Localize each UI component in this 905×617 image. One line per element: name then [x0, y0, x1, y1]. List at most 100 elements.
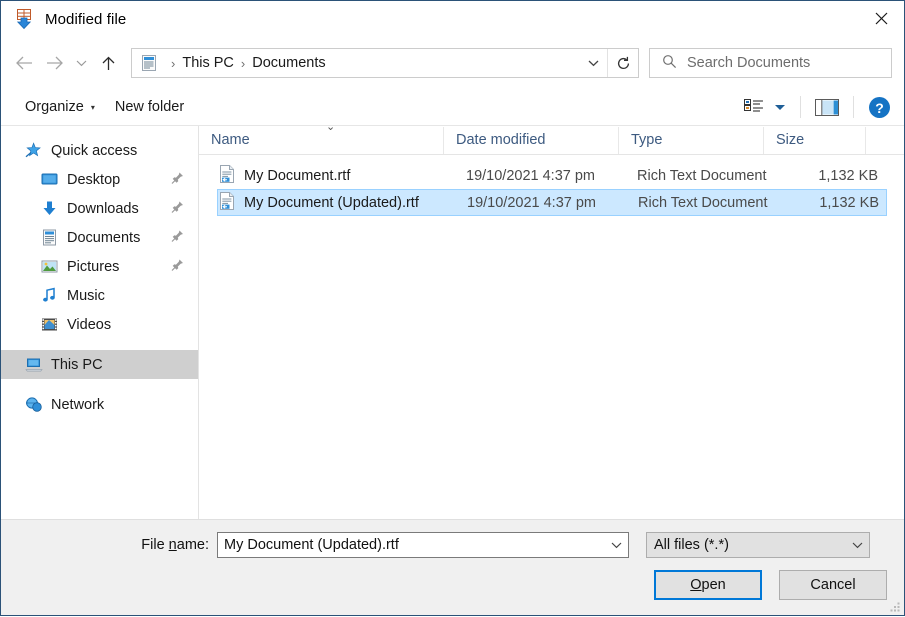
- breadcrumb-item-documents[interactable]: Documents: [252, 55, 325, 71]
- file-name-value: My Document (Updated).rtf: [224, 537, 399, 553]
- breadcrumb-bar[interactable]: › This PC › Documents: [131, 48, 639, 78]
- file-type-dropdown[interactable]: All files (*.*): [646, 532, 870, 558]
- save-download-icon: [13, 8, 35, 30]
- sidebar-item-label: Quick access: [51, 142, 138, 159]
- file-name-cell: My Document (Updated).rtf: [218, 191, 463, 214]
- pin-icon[interactable]: [171, 200, 184, 217]
- file-type-chevron-down-icon[interactable]: [845, 533, 869, 557]
- file-name-text: My Document (Updated).rtf: [244, 194, 419, 211]
- svg-text:?: ?: [875, 100, 884, 116]
- column-header-date-modified[interactable]: Date modified: [444, 126, 619, 154]
- preview-pane-icon[interactable]: [810, 94, 844, 120]
- close-button[interactable]: [858, 1, 904, 36]
- file-open-dialog: Modified file › This PC › Documents Sear…: [0, 0, 905, 616]
- table-row[interactable]: My Document (Updated).rtf 19/10/2021 4:3…: [217, 189, 887, 216]
- sidebar-item-label: Desktop: [67, 171, 121, 188]
- sidebar-item-network[interactable]: Network: [1, 390, 198, 419]
- file-type-value: All files (*.*): [654, 537, 729, 553]
- open-button[interactable]: Open: [654, 570, 762, 600]
- sidebar-item-downloads[interactable]: Downloads: [1, 194, 198, 223]
- column-header-type[interactable]: Type: [619, 126, 764, 154]
- back-button[interactable]: [9, 48, 39, 78]
- sidebar-item-label: Network: [51, 396, 105, 413]
- quick-access-star-icon: [25, 142, 42, 159]
- sidebar-item-this-pc[interactable]: This PC: [1, 350, 198, 379]
- file-date-cell: 19/10/2021 4:37 pm: [467, 194, 596, 211]
- file-name-input[interactable]: My Document (Updated).rtf: [217, 532, 629, 558]
- window-title: Modified file: [45, 10, 127, 28]
- file-name-cell: My Document.rtf: [217, 164, 462, 187]
- file-type-cell: Rich Text Document: [637, 167, 767, 184]
- column-header-filler: [866, 127, 904, 154]
- documents-folder-icon: [140, 54, 158, 72]
- file-size-cell: 1,132 KB: [818, 167, 878, 184]
- chevron-down-icon: ▾: [90, 102, 95, 112]
- file-type-cell: Rich Text Document: [638, 194, 768, 211]
- breadcrumb-dropdown-chevron-down-icon[interactable]: [579, 49, 607, 77]
- dialog-body: Quick access Desktop Downloads Documents…: [1, 122, 904, 519]
- resize-grip-icon[interactable]: [889, 601, 901, 613]
- recent-locations-button[interactable]: [69, 48, 93, 78]
- navigation-sidebar: Quick access Desktop Downloads Documents…: [1, 126, 199, 519]
- column-header-name[interactable]: Name: [199, 126, 444, 154]
- pin-icon[interactable]: [171, 258, 184, 275]
- sidebar-item-pictures[interactable]: Pictures: [1, 252, 198, 281]
- up-button[interactable]: [93, 48, 123, 78]
- network-icon: [25, 396, 42, 413]
- file-rows: My Document.rtf 19/10/2021 4:37 pm Rich …: [199, 155, 904, 519]
- pin-icon[interactable]: [171, 229, 184, 246]
- column-header-size[interactable]: Size: [764, 126, 866, 154]
- rtf-file-icon: [219, 191, 235, 214]
- table-row[interactable]: My Document.rtf 19/10/2021 4:37 pm Rich …: [217, 162, 887, 189]
- open-label-post: pen: [701, 577, 726, 593]
- search-box[interactable]: Search Documents: [649, 48, 892, 78]
- breadcrumb-item-this-pc[interactable]: This PC: [182, 55, 234, 71]
- file-name-label-accel: n: [168, 537, 177, 553]
- search-icon: [662, 54, 677, 72]
- pictures-icon: [41, 258, 58, 275]
- file-name-label-post: ame:: [176, 537, 209, 553]
- sidebar-item-videos[interactable]: Videos: [1, 310, 198, 339]
- search-placeholder: Search Documents: [687, 55, 811, 71]
- sidebar-item-label: Documents: [67, 229, 141, 246]
- organize-label: Organize: [25, 99, 84, 115]
- toolbar-divider: [853, 96, 854, 118]
- sidebar-item-documents[interactable]: Documents: [1, 223, 198, 252]
- forward-button[interactable]: [39, 48, 69, 78]
- videos-icon: [41, 316, 58, 333]
- new-folder-label: New folder: [114, 99, 185, 115]
- new-folder-button[interactable]: New folder: [105, 95, 194, 119]
- file-name-label: File name:: [1, 537, 217, 553]
- desktop-icon: [41, 171, 58, 188]
- command-toolbar: Organize ▾ New folder ?: [1, 89, 904, 126]
- cancel-button[interactable]: Cancel: [779, 570, 887, 600]
- file-list-pane: ⌄ Name Date modified Type Size My Docume…: [199, 122, 904, 519]
- refresh-icon[interactable]: [608, 49, 638, 77]
- file-name-label-pre: File: [141, 537, 169, 553]
- sidebar-item-music[interactable]: Music: [1, 281, 198, 310]
- view-options-chevron-down-icon[interactable]: [769, 94, 791, 120]
- sidebar-item-label: Downloads: [67, 200, 139, 217]
- dialog-buttons: Open Cancel: [654, 570, 887, 600]
- this-pc-icon: [25, 356, 43, 373]
- file-name-row: File name: My Document (Updated).rtf All…: [1, 532, 904, 558]
- file-name-chevron-down-icon[interactable]: [604, 533, 628, 557]
- rtf-file-icon: [219, 164, 235, 187]
- downloads-icon: [41, 200, 58, 217]
- pin-icon[interactable]: [171, 171, 184, 188]
- breadcrumb-separator: ›: [171, 55, 176, 71]
- organize-button[interactable]: Organize ▾: [15, 95, 105, 119]
- help-icon[interactable]: ?: [863, 94, 896, 120]
- sidebar-item-desktop[interactable]: Desktop: [1, 165, 198, 194]
- documents-icon: [41, 229, 58, 246]
- sort-indicator-icon: ⌄: [326, 121, 336, 133]
- music-icon: [41, 287, 58, 304]
- sidebar-item-quick-access[interactable]: Quick access: [1, 136, 198, 165]
- file-name-text: My Document.rtf: [244, 167, 351, 184]
- file-size-cell: 1,132 KB: [819, 194, 879, 211]
- view-options-button[interactable]: [739, 94, 769, 120]
- sidebar-item-label: This PC: [51, 356, 103, 373]
- toolbar-divider: [800, 96, 801, 118]
